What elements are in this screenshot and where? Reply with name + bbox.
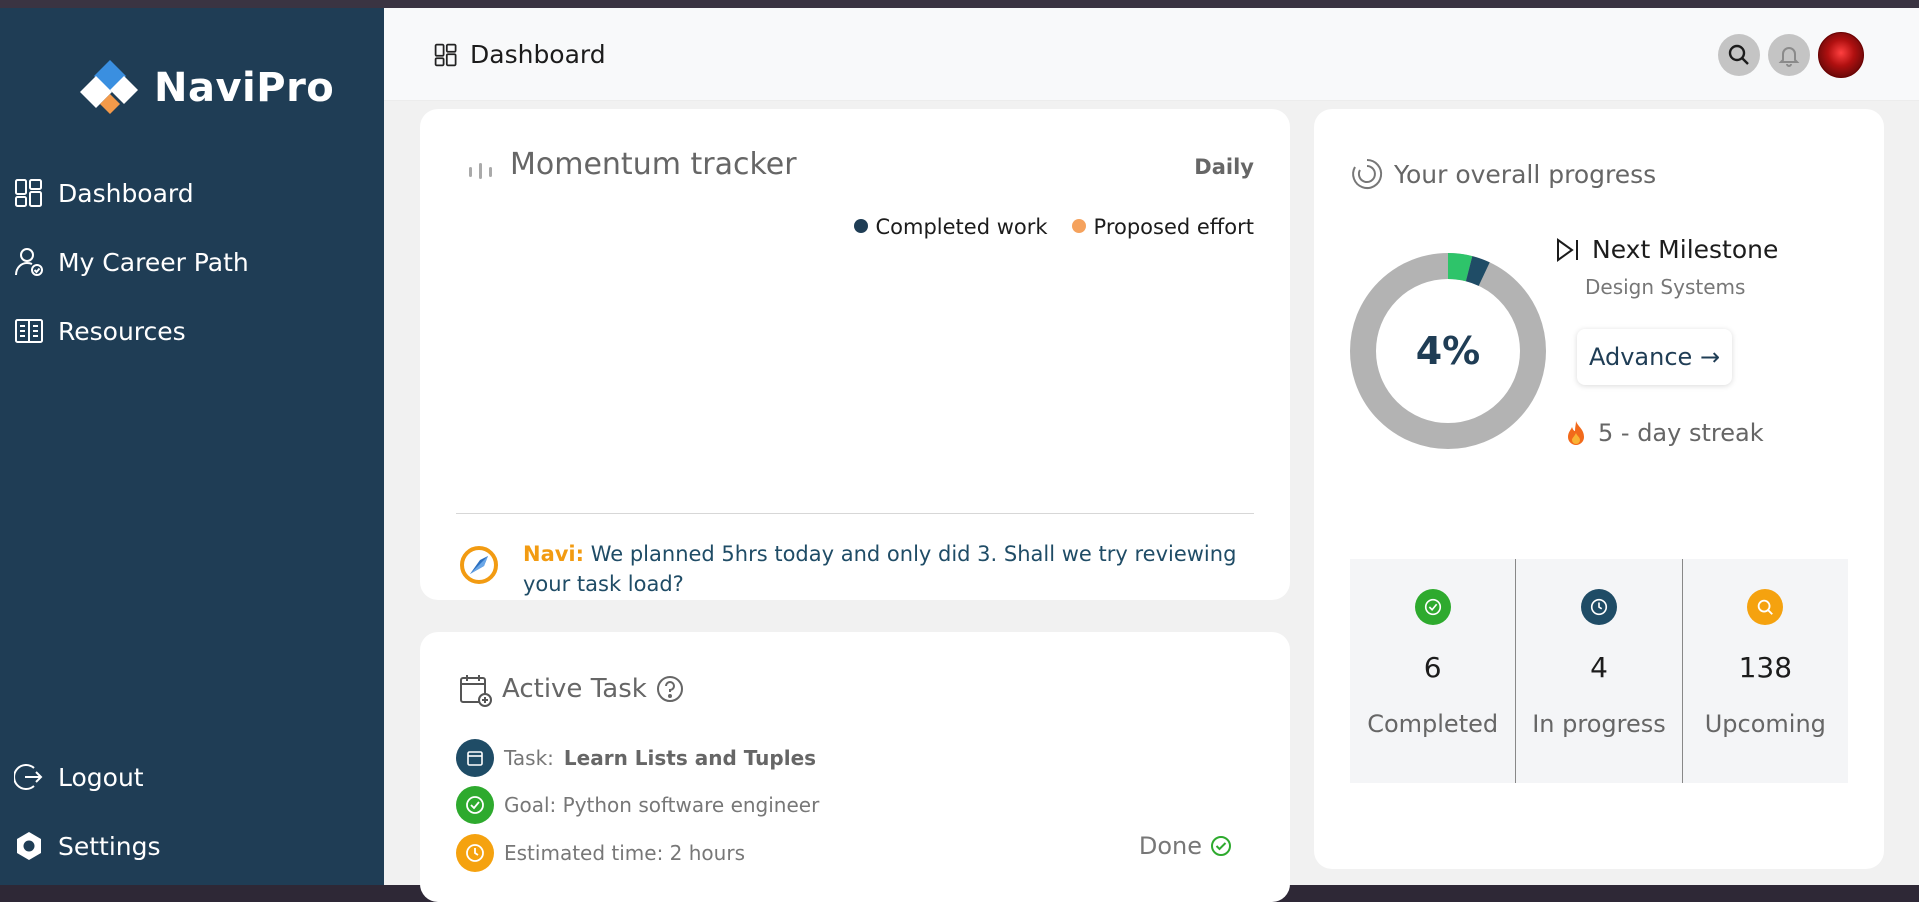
check-icon [456, 786, 494, 824]
stat-completed[interactable]: 6 Completed [1350, 559, 1515, 783]
stat-value: 138 [1738, 651, 1793, 684]
stat-value: 4 [1590, 651, 1608, 684]
app-logo[interactable]: NaviPro [80, 58, 334, 118]
sidebar: NaviPro Dashboard My Career Path Resourc… [0, 8, 384, 885]
book-icon [15, 319, 43, 343]
search-icon [1728, 44, 1749, 65]
sidebar-item-label: Settings [58, 831, 161, 861]
window-top-bar [0, 0, 1919, 8]
bell-icon [1778, 47, 1800, 67]
top-header: Dashboard [384, 8, 1919, 101]
task-row: Task: Learn Lists and Tuples [456, 739, 816, 777]
stat-in-progress[interactable]: 4 In progress [1515, 559, 1681, 783]
stat-label: Upcoming [1704, 710, 1826, 738]
search-icon [1747, 589, 1784, 625]
estimate-text: Estimated time: 2 hours [504, 841, 745, 865]
streak-indicator: 5 - day streak [1564, 419, 1764, 447]
milestone-title: Next Milestone [1592, 235, 1779, 264]
legend-dot [853, 219, 868, 233]
app-name: NaviPro [154, 65, 335, 111]
breadcrumb: Dashboard [434, 40, 606, 69]
done-button[interactable]: Done [1139, 832, 1232, 860]
task-prefix: Task: [504, 746, 554, 770]
stat-upcoming[interactable]: 138 Upcoming [1681, 559, 1848, 783]
career-path-icon [15, 248, 43, 276]
card-title: Active Task [502, 674, 685, 704]
milestone-name: Design Systems [1585, 275, 1746, 299]
navi-compass-icon [460, 546, 498, 584]
advance-button[interactable]: Advance → [1577, 329, 1733, 385]
navi-message: Navi: We planned 5hrs today and only did… [523, 539, 1283, 599]
logout-icon [14, 764, 43, 790]
task-stats: 6 Completed 4 In progress 138 Upcoming [1350, 559, 1848, 783]
fire-icon [1568, 421, 1584, 445]
sidebar-item-label: My Career Path [58, 247, 249, 277]
clock-icon [456, 834, 494, 872]
active-task-title: Active Task [502, 674, 647, 704]
avatar[interactable] [1818, 32, 1864, 78]
progress-donut: 4% [1350, 253, 1546, 449]
navi-text: We planned 5hrs today and only did 3. Sh… [523, 542, 1237, 596]
gear-icon [17, 832, 41, 860]
done-label: Done [1138, 832, 1202, 860]
task-name: Learn Lists and Tuples [563, 746, 817, 770]
chart-legend: Completed work Proposed effort [853, 215, 1254, 239]
skip-next-icon [1557, 237, 1578, 262]
streak-text: 5 - day streak [1598, 419, 1764, 447]
sidebar-item-label: Dashboard [58, 178, 194, 208]
goal-row: Goal: Python software engineer [456, 786, 819, 824]
legend-label: Proposed effort [1093, 215, 1254, 239]
divider [456, 513, 1254, 514]
sidebar-item-label: Resources [58, 316, 186, 346]
card-title: Momentum tracker [510, 147, 797, 182]
check-icon [1414, 589, 1451, 625]
progress-title: Your overall progress [1394, 159, 1657, 189]
legend-item-completed[interactable]: Completed work [853, 215, 1048, 239]
calendar-add-icon [460, 675, 492, 707]
stat-label: Completed [1367, 710, 1499, 738]
goal-text: Goal: Python software engineer [504, 793, 820, 817]
active-task-card: Active Task Task: Learn Lists and Tuples… [420, 632, 1290, 902]
card-title: Your overall progress [1350, 157, 1656, 191]
progress-percent: 4% [1415, 329, 1481, 373]
overall-progress-card: Your overall progress 4% Next Milestone … [1314, 109, 1884, 869]
stat-label: In progress [1532, 710, 1666, 738]
dashboard-icon [15, 179, 42, 207]
estimate-row: Estimated time: 2 hours [456, 834, 745, 872]
task-icon [456, 739, 494, 777]
progress-spinner-icon [1352, 158, 1383, 189]
sidebar-item-label: Logout [58, 762, 144, 792]
stat-value: 6 [1423, 651, 1442, 684]
sidebar-item-career-path[interactable]: My Career Path [14, 247, 249, 277]
bars-icon [469, 163, 492, 179]
sidebar-item-resources[interactable]: Resources [14, 316, 186, 346]
sidebar-item-logout[interactable]: Logout [14, 762, 144, 792]
dashboard-icon [434, 43, 457, 66]
sidebar-item-settings[interactable]: Settings [14, 831, 161, 861]
notifications-button[interactable] [1768, 34, 1810, 76]
navipro-logo-icon [80, 60, 138, 114]
search-button[interactable] [1718, 34, 1760, 76]
sidebar-item-dashboard[interactable]: Dashboard [14, 178, 194, 208]
clock-icon [1580, 589, 1617, 625]
navi-name: Navi: [523, 542, 585, 566]
check-circle-icon [1211, 836, 1231, 856]
legend-label: Completed work [875, 215, 1048, 239]
main-content: Dashboard Momentum tracker Daily Complet… [384, 8, 1919, 902]
momentum-tracker-card: Momentum tracker Daily Completed work Pr… [420, 109, 1290, 600]
legend-dot [1071, 219, 1086, 233]
help-icon[interactable] [655, 674, 685, 704]
legend-item-proposed[interactable]: Proposed effort [1071, 215, 1254, 239]
period-selector[interactable]: Daily [1194, 155, 1254, 179]
page-title: Dashboard [470, 40, 606, 69]
next-milestone: Next Milestone [1554, 235, 1778, 264]
